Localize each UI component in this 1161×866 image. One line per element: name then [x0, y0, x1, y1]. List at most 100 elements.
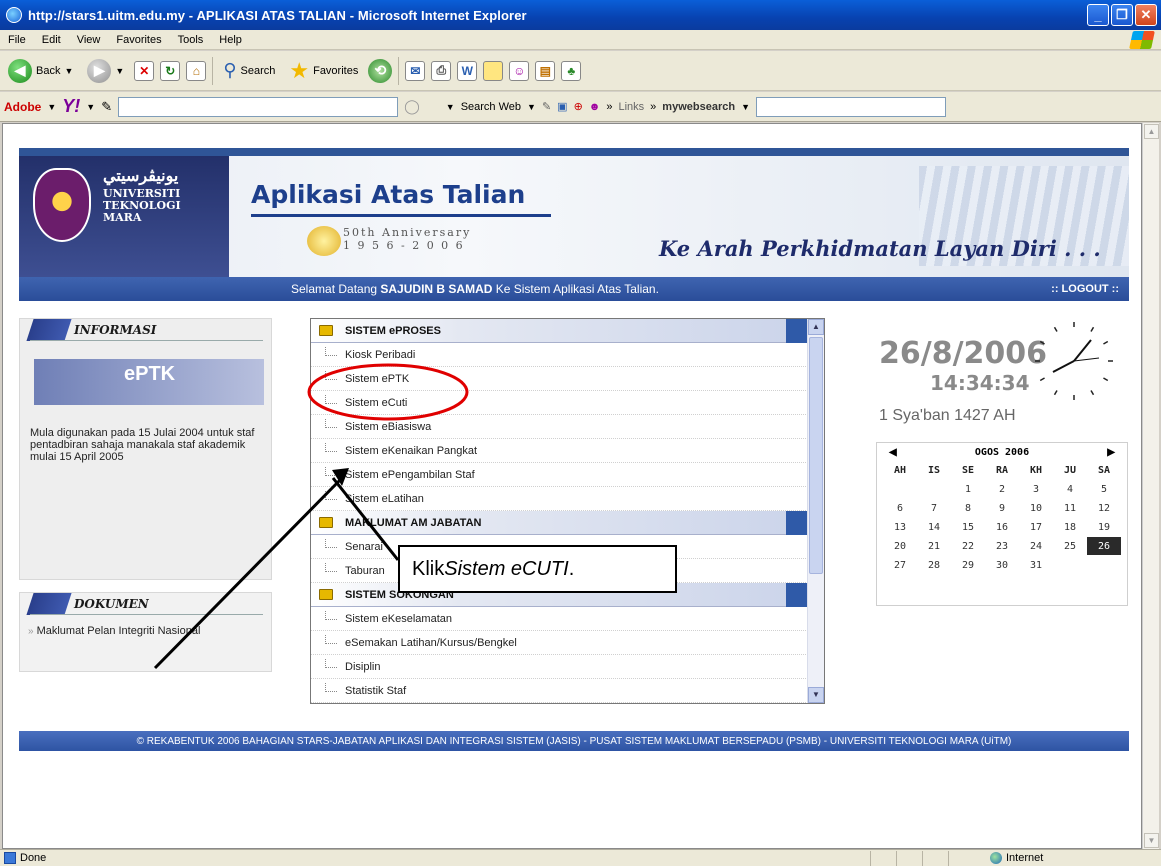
- close-button[interactable]: ✕: [1135, 4, 1157, 26]
- research-icon[interactable]: ▤: [535, 60, 556, 81]
- menu-help[interactable]: Help: [211, 34, 250, 46]
- menu-favorites[interactable]: Favorites: [108, 34, 169, 46]
- calendar-day[interactable]: 3: [1019, 480, 1053, 498]
- calendar-day[interactable]: 11: [1053, 499, 1087, 517]
- scroll-down-icon[interactable]: ▼: [808, 687, 824, 703]
- home-icon[interactable]: ⌂: [186, 60, 207, 81]
- more-chevron[interactable]: »: [606, 101, 612, 113]
- logout-link[interactable]: :: LOGOUT ::: [1051, 283, 1119, 295]
- mywebsearch-label[interactable]: mywebsearch: [662, 101, 735, 113]
- search-web-button[interactable]: Search Web: [461, 101, 521, 113]
- calendar-day[interactable]: 1: [951, 480, 985, 498]
- calendar-day[interactable]: 23: [985, 537, 1019, 555]
- calendar-day[interactable]: 4: [1053, 480, 1087, 498]
- next-month-icon[interactable]: ▶: [1107, 447, 1115, 458]
- menu-item[interactable]: Sistem eKenaikan Pangkat: [311, 439, 808, 463]
- menu-scrollbar[interactable]: ▲ ▼: [807, 319, 824, 703]
- target-icon[interactable]: ⊕: [574, 100, 583, 113]
- folder-icon[interactable]: [483, 60, 504, 81]
- calendar-day[interactable]: 24: [1019, 537, 1053, 555]
- calendar-day[interactable]: 6: [883, 499, 917, 517]
- menu-item[interactable]: Sistem eCuti: [311, 391, 808, 415]
- stop-icon[interactable]: ✕: [134, 60, 155, 81]
- calendar-day[interactable]: 22: [951, 537, 985, 555]
- minimize-button[interactable]: _: [1087, 4, 1109, 26]
- chevron-down-icon[interactable]: ▼: [741, 102, 750, 112]
- menu-tools[interactable]: Tools: [170, 34, 212, 46]
- window-icon[interactable]: ▣: [557, 100, 567, 113]
- menu-item[interactable]: Kiosk Peribadi: [311, 343, 808, 367]
- calendar-day[interactable]: 19: [1087, 518, 1121, 536]
- calendar-day[interactable]: 31: [1019, 556, 1053, 574]
- edit-icon[interactable]: W: [457, 60, 478, 81]
- window-title-bar[interactable]: http://stars1.uitm.edu.my - APLIKASI ATA…: [0, 0, 1161, 30]
- calendar-day[interactable]: 20: [883, 537, 917, 555]
- yahoo-icon[interactable]: Y!: [62, 96, 80, 117]
- chevron-down-icon[interactable]: ▼: [86, 102, 95, 112]
- page-scrollbar[interactable]: ▲ ▼: [1142, 123, 1159, 849]
- calendar-day[interactable]: 17: [1019, 518, 1053, 536]
- calendar-day[interactable]: 25: [1053, 537, 1087, 555]
- menu-item[interactable]: Statistik Staf: [311, 679, 808, 703]
- prev-month-icon[interactable]: ◀: [889, 447, 897, 458]
- scroll-thumb[interactable]: [809, 337, 823, 574]
- chevron-down-icon[interactable]: ▼: [47, 102, 56, 112]
- chevron-down-icon[interactable]: ▼: [446, 102, 455, 112]
- print-icon[interactable]: ⎙: [431, 60, 452, 81]
- highlight-icon[interactable]: ✎: [542, 100, 551, 113]
- links-label[interactable]: Links: [618, 101, 644, 113]
- calendar-day[interactable]: 29: [951, 556, 985, 574]
- adobe-button[interactable]: Adobe: [4, 100, 41, 114]
- contacts-icon[interactable]: ♣: [561, 60, 582, 81]
- menu-file[interactable]: File: [0, 34, 34, 46]
- links-chevron[interactable]: »: [650, 101, 656, 113]
- scroll-up-icon[interactable]: ▲: [808, 319, 824, 335]
- calendar-day[interactable]: 18: [1053, 518, 1087, 536]
- calendar-day[interactable]: 16: [985, 518, 1019, 536]
- menu-item[interactable]: Sistem ePTK: [311, 367, 808, 391]
- menu-section-header[interactable]: MAKLUMAT AM JABATAN: [311, 511, 808, 535]
- menu-edit[interactable]: Edit: [34, 34, 69, 46]
- menu-item[interactable]: Sistem eLatihan: [311, 487, 808, 511]
- calendar-day[interactable]: 14: [917, 518, 951, 536]
- calendar-day[interactable]: 9: [985, 499, 1019, 517]
- calendar-day[interactable]: 21: [917, 537, 951, 555]
- menu-item[interactable]: Sistem eBiasiswa: [311, 415, 808, 439]
- calendar-day[interactable]: 15: [951, 518, 985, 536]
- yahoo-search-input[interactable]: [118, 96, 399, 117]
- mywebsearch-input[interactable]: [755, 96, 946, 117]
- calendar-day[interactable]: 27: [883, 556, 917, 574]
- history-icon[interactable]: ⟲: [368, 58, 393, 83]
- menu-item[interactable]: eSemakan Latihan/Kursus/Bengkel: [311, 631, 808, 655]
- calendar-day[interactable]: 7: [917, 499, 951, 517]
- calendar-day[interactable]: 26: [1087, 537, 1121, 555]
- menu-item[interactable]: Sistem eKeselamatan: [311, 607, 808, 631]
- calendar-day[interactable]: 10: [1019, 499, 1053, 517]
- scroll-up-icon[interactable]: ▲: [1144, 124, 1159, 139]
- refresh-icon[interactable]: ↻: [160, 60, 181, 81]
- menu-section-header[interactable]: SISTEM ePROSES: [311, 319, 808, 343]
- forward-button[interactable]: ▶ ▼: [83, 58, 128, 83]
- favorites-button[interactable]: ★ Favorites: [285, 58, 362, 84]
- chevron-down-icon[interactable]: ▼: [527, 102, 536, 112]
- mail-icon[interactable]: ✉: [405, 60, 426, 81]
- menu-item[interactable]: Disiplin: [311, 655, 808, 679]
- menu-view[interactable]: View: [69, 34, 109, 46]
- back-button[interactable]: ◀ Back ▼: [4, 58, 77, 83]
- eptk-banner[interactable]: ePTK: [34, 359, 264, 405]
- pencil-icon[interactable]: ✎: [101, 99, 112, 115]
- search-button[interactable]: ⚲ Search: [219, 60, 279, 81]
- scroll-down-icon[interactable]: ▼: [1144, 833, 1159, 848]
- menu-item[interactable]: Sistem ePengambilan Staf: [311, 463, 808, 487]
- calendar-day[interactable]: 2: [985, 480, 1019, 498]
- calendar-day[interactable]: 5: [1087, 480, 1121, 498]
- dokumen-link[interactable]: » Maklumat Pelan Integriti Nasional: [20, 615, 271, 637]
- calendar-day[interactable]: 28: [917, 556, 951, 574]
- smiley-icon[interactable]: ☻: [589, 101, 601, 113]
- calendar-day[interactable]: 30: [985, 556, 1019, 574]
- maximize-button[interactable]: ❐: [1111, 4, 1133, 26]
- calendar-day[interactable]: 13: [883, 518, 917, 536]
- messenger-icon[interactable]: ☺: [509, 60, 530, 81]
- calendar-day[interactable]: 8: [951, 499, 985, 517]
- calendar-day[interactable]: 12: [1087, 499, 1121, 517]
